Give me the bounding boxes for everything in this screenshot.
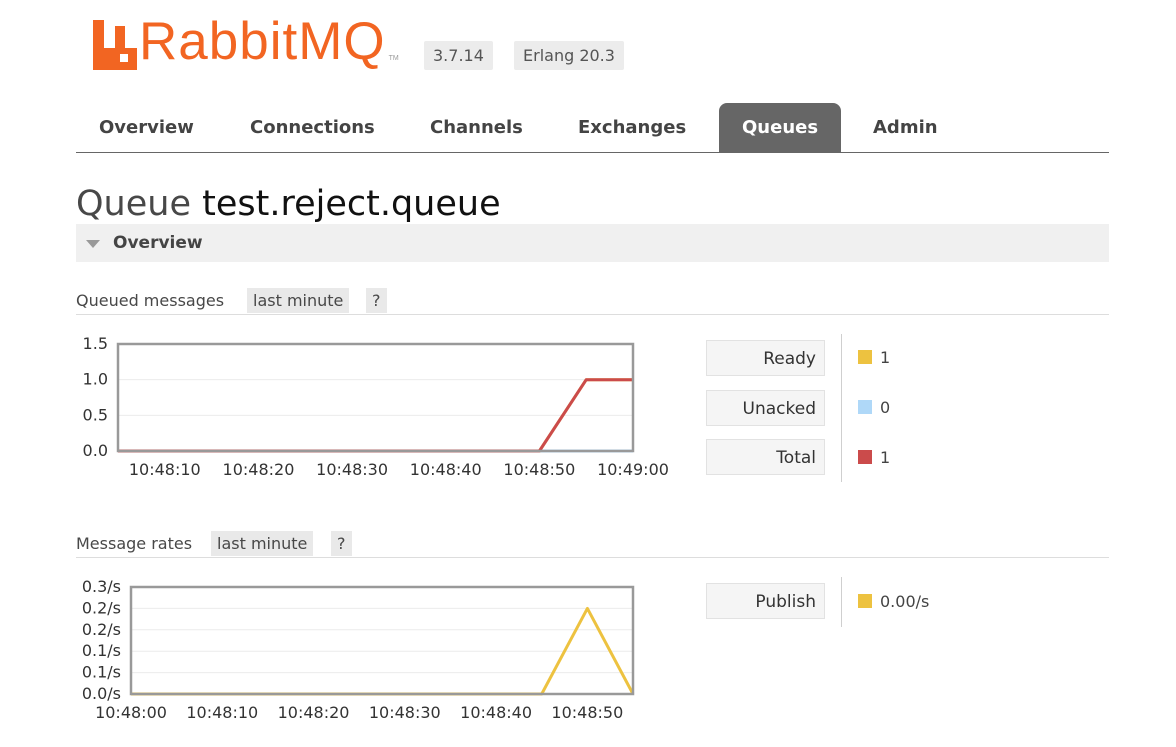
total-value: 1 <box>880 448 891 467</box>
version-badge: 3.7.14 <box>424 41 493 70</box>
rates-legend-divider <box>841 577 842 627</box>
message-rates-title: Message rates <box>76 534 193 553</box>
y-tick-label: 1.5 <box>83 334 108 353</box>
y-tick-label: 0.3/s <box>82 577 121 596</box>
y-tick-label: 0.0 <box>83 441 108 460</box>
x-tick-label: 10:49:00 <box>597 460 669 479</box>
legend-label-ready: Ready <box>706 340 825 376</box>
unacked-value: 0 <box>880 398 891 417</box>
queue-name: test.reject.queue <box>202 184 501 224</box>
y-tick-label: 0.1/s <box>82 641 121 660</box>
logo[interactable]: RabbitMQ TM <box>93 12 399 70</box>
rabbitmq-logo-icon <box>93 20 137 70</box>
total-swatch <box>858 450 872 464</box>
erlang-badge: Erlang 20.3 <box>514 41 624 70</box>
y-tick-label: 0.0/s <box>82 684 121 703</box>
tab-exchanges[interactable]: Exchanges <box>555 103 709 152</box>
x-tick-label: 10:48:40 <box>410 460 482 479</box>
message-rates-chart: 0.3/s 0.2/s 0.2/s 0.1/s 0.1/s 0.0/s10:48:00 10… <box>82 577 635 722</box>
plot-frame <box>129 585 635 696</box>
legend-label-total: Total <box>706 439 825 475</box>
queued-messages-title: Queued messages <box>76 291 225 310</box>
publish-value: 0.00/s <box>880 592 930 611</box>
section-label: Overview <box>113 233 203 253</box>
x-tick-label: 10:48:30 <box>369 703 441 722</box>
y-tick-label: 0.1/s <box>82 663 121 682</box>
queued-messages-range-select[interactable]: last minute <box>247 288 350 313</box>
tab-connections[interactable]: Connections <box>227 103 398 152</box>
queued-messages-chart: 1.5 1.0 0.5 0.0 10:48:10 10:48:20 10:48:30 10:4… <box>83 334 669 479</box>
x-tick-label: 10:48:40 <box>460 703 532 722</box>
queued-messages-header: Queued messages last minute ? <box>76 288 1109 315</box>
x-tick-label: 10:48:10 <box>129 460 201 479</box>
main-nav: Overview Connections Channels Exchanges … <box>76 103 1109 153</box>
message-rates-header: Message rates last minute ? <box>76 531 1109 558</box>
legend-label-publish: Publish <box>706 583 825 619</box>
x-tick-label: 10:48:50 <box>551 703 623 722</box>
triangle-down-icon <box>86 240 100 248</box>
plot-frame <box>116 342 635 453</box>
x-tick-label: 10:48:50 <box>503 460 575 479</box>
unacked-swatch <box>858 400 872 414</box>
message-rates-range-select[interactable]: last minute <box>211 531 314 556</box>
x-tick-label: 10:48:20 <box>278 703 350 722</box>
x-tick-label: 10:48:20 <box>223 460 295 479</box>
ready-swatch <box>858 350 872 364</box>
tab-overview[interactable]: Overview <box>76 103 217 152</box>
queued-messages-help-button[interactable]: ? <box>366 288 387 313</box>
section-overview-toggle[interactable]: Overview <box>76 224 1109 262</box>
legend-value-total: 1 <box>858 448 890 468</box>
y-tick-label: 0.2/s <box>82 620 121 639</box>
tab-channels[interactable]: Channels <box>407 103 546 152</box>
legend-value-ready: 1 <box>858 348 890 368</box>
logo-trademark: TM <box>388 55 399 62</box>
x-tick-label: 10:48:00 <box>95 703 167 722</box>
page-title: Queue test.reject.queue <box>76 182 501 226</box>
tab-queues[interactable]: Queues <box>719 103 842 152</box>
x-tick-label: 10:48:30 <box>316 460 388 479</box>
page-title-prefix: Queue <box>76 184 191 224</box>
message-rates-help-button[interactable]: ? <box>331 531 352 556</box>
y-tick-label: 0.5 <box>83 405 108 424</box>
legend-divider <box>841 334 842 482</box>
tab-admin[interactable]: Admin <box>850 103 961 152</box>
legend-value-publish: 0.00/s <box>858 592 929 612</box>
y-tick-label: 0.2/s <box>82 598 121 617</box>
y-tick-label: 1.0 <box>83 370 108 389</box>
legend-label-unacked: Unacked <box>706 390 825 426</box>
publish-swatch <box>858 594 872 608</box>
x-tick-label: 10:48:10 <box>186 703 258 722</box>
ready-value: 1 <box>880 348 891 367</box>
logo-text: RabbitMQ <box>139 12 386 71</box>
legend-value-unacked: 0 <box>858 398 890 418</box>
